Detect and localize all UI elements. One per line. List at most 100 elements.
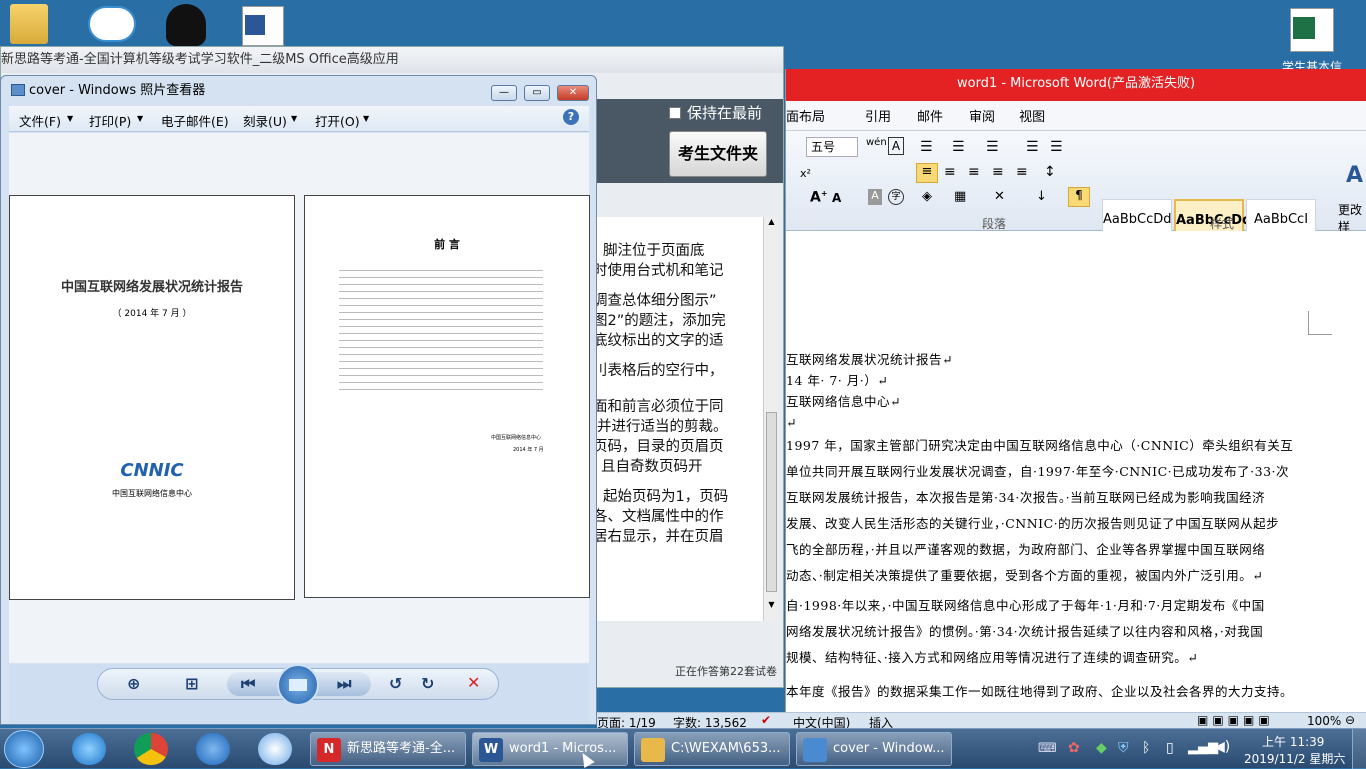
scroll-up-icon[interactable]: ▲ (764, 217, 779, 226)
question-line (597, 381, 775, 397)
question-line: 各、文档属性中的作 (597, 509, 724, 525)
tray-shield-icon[interactable]: ◆ (1096, 740, 1107, 756)
close-button[interactable]: ✕ (557, 85, 589, 101)
decrease-indent-icon[interactable]: ☰ (1026, 139, 1039, 155)
taskbar-explorer-button[interactable]: C:\WEXAM\653... (634, 732, 790, 766)
align-left-icon[interactable]: ≡ (916, 163, 938, 183)
phonetic-guide-icon[interactable]: wén (866, 137, 887, 155)
scroll-thumb[interactable] (766, 412, 777, 592)
tray-volume-icon[interactable]: ◀) (1214, 739, 1230, 755)
taskbar-viewer-button[interactable]: cover - Window... (796, 732, 952, 766)
rotate-left-icon[interactable]: ↺ (389, 674, 402, 693)
change-styles-icon[interactable]: A (1346, 163, 1363, 188)
slideshow-button[interactable] (277, 664, 319, 706)
align-right-icon[interactable]: ≡ (968, 164, 980, 180)
taskbar-exam-button[interactable]: N 新思路等考通-全... (310, 732, 466, 766)
desktop-word-doc-icon[interactable] (242, 6, 284, 46)
question-line: 起始页码为1，页码 (603, 489, 729, 505)
clock-date[interactable]: 2019/11/2 星期六 (1244, 750, 1345, 767)
question-line: 时使用台式机和笔记 (597, 263, 724, 279)
menu-email[interactable]: 电子邮件(E) (161, 111, 229, 130)
view-buttons-icon[interactable]: ▣▣▣▣▣ (1197, 713, 1274, 727)
scroll-down-icon[interactable]: ▼ (764, 600, 779, 609)
clock-time[interactable]: 上午 11:39 (1262, 733, 1324, 750)
exam-scrollbar[interactable]: ▲ ▼ (763, 217, 779, 621)
menu-print[interactable]: 打印(P) (89, 111, 131, 130)
styles-group-label: 样式 (1210, 217, 1235, 231)
menu-open[interactable]: 打开(O) (315, 111, 360, 130)
tray-battery-icon[interactable]: ▯ (1166, 740, 1174, 756)
chrome-icon[interactable] (134, 733, 168, 765)
help-icon[interactable]: ? (563, 109, 579, 125)
line-spacing-icon[interactable]: ↕ (1044, 164, 1056, 180)
show-desktop-button[interactable] (1352, 729, 1366, 769)
font-size-select[interactable]: 五号 (806, 137, 858, 157)
enclose-char-icon[interactable]: 字 (888, 189, 904, 205)
preface-sign-org: 中国互联网络信息中心 (491, 435, 542, 441)
align-center-icon[interactable]: ≡ (944, 164, 956, 180)
sogou-icon[interactable] (196, 733, 230, 765)
char-shading-icon[interactable]: A (868, 189, 882, 205)
photos-app-icon[interactable] (258, 733, 292, 765)
shading-icon[interactable]: ◈ (922, 189, 932, 204)
spellcheck-icon[interactable]: ✔ (761, 713, 771, 727)
zoom-icon[interactable]: ⊕ (127, 674, 140, 693)
tab-references[interactable]: 引用 (865, 106, 905, 125)
keep-on-top-checkbox[interactable] (669, 107, 681, 119)
change-styles-button[interactable]: 更改样 (1338, 201, 1366, 235)
tray-bluetooth-icon[interactable]: ᛒ (1142, 740, 1150, 756)
multilevel-list-icon[interactable]: ☰ (986, 139, 999, 155)
ie-icon[interactable] (72, 733, 106, 765)
grow-font-icon[interactable]: A+ (810, 189, 828, 206)
zoom-out-icon[interactable]: ⊖ (1345, 713, 1355, 727)
shrink-font-icon[interactable]: A (832, 191, 841, 205)
char-border-icon[interactable]: A (888, 137, 904, 155)
tab-mailings[interactable]: 邮件 (917, 106, 957, 125)
menu-burn[interactable]: 刻录(U) (243, 111, 287, 130)
borders-icon[interactable]: ▦ (954, 189, 966, 204)
question-line: 底纹标出的文字的适 (597, 333, 724, 349)
tray-antivirus-icon[interactable]: ✿ (1068, 740, 1080, 756)
menu-file[interactable]: 文件(F) (19, 111, 61, 130)
desktop-cloud-icon[interactable] (88, 6, 136, 42)
sort-icon[interactable]: ↓ (1036, 189, 1047, 204)
word-document-area[interactable]: 互联网络发展状况统计报告↵ 14 年· 7· 月·）↵ 互联网络信息中心↵ ↵ … (786, 231, 1366, 733)
desktop-qq-icon[interactable] (166, 4, 206, 46)
show-marks-icon[interactable]: ¶ (1068, 187, 1090, 207)
cover-page: 中国互联网络发展状况统计报告 （ 2014 年 7 月 ） CNNIC 中国互联… (9, 195, 295, 600)
student-folder-button[interactable]: 考生文件夹 (669, 131, 767, 177)
question-line: 页码，目录的页眉页 (597, 439, 724, 455)
subscript-icon[interactable]: x² (800, 167, 811, 180)
rotate-right-icon[interactable]: ↻ (421, 674, 434, 693)
asian-layout-icon[interactable]: ✕ (994, 189, 1005, 204)
cover-date: （ 2014 年 7 月 ） (112, 309, 192, 319)
desktop-excel-icon[interactable] (1290, 8, 1334, 52)
start-button[interactable] (4, 730, 44, 768)
justify-icon[interactable]: ≡ (992, 164, 1004, 180)
document-text[interactable]: 互联网络发展状况统计报告↵ 14 年· 7· 月·）↵ 互联网络信息中心↵ ↵ … (786, 349, 1293, 705)
desktop-folder-icon[interactable] (10, 4, 48, 44)
previous-icon[interactable]: ⏮ (241, 674, 255, 694)
increase-indent-icon[interactable]: ☰ (1050, 139, 1063, 155)
tab-view[interactable]: 视图 (1019, 106, 1059, 125)
distributed-icon[interactable]: ≡ (1016, 164, 1028, 180)
actual-size-icon[interactable]: ⊞ (185, 674, 198, 693)
tab-layout[interactable]: 面布局 (786, 106, 839, 125)
menu-print-arrow-icon: ▼ (137, 114, 144, 123)
word-app-icon: W (479, 738, 503, 762)
minimize-button[interactable]: — (491, 85, 517, 101)
doc-line: 互联网络发展状况统计报告↵ (786, 352, 953, 367)
delete-icon[interactable]: ✕ (467, 673, 480, 692)
tab-review[interactable]: 审阅 (969, 106, 1009, 125)
bullets-icon[interactable]: ☰ (920, 139, 933, 155)
status-zoom[interactable]: 100% (1307, 714, 1341, 728)
numbering-icon[interactable]: ☰ (952, 139, 965, 155)
doc-line: ↵ (786, 415, 797, 430)
taskbar-word-button[interactable]: W word1 - Micros... (472, 732, 628, 766)
tray-security-icon[interactable]: ⛨ (1118, 740, 1129, 756)
next-icon[interactable]: ⏭ (337, 674, 351, 694)
cnnic-logo: CNNIC (120, 460, 184, 481)
preface-title: 前 言 (434, 238, 460, 251)
maximize-button[interactable]: ▭ (524, 85, 550, 101)
tray-keyboard-icon[interactable]: ⌨ (1038, 741, 1057, 756)
